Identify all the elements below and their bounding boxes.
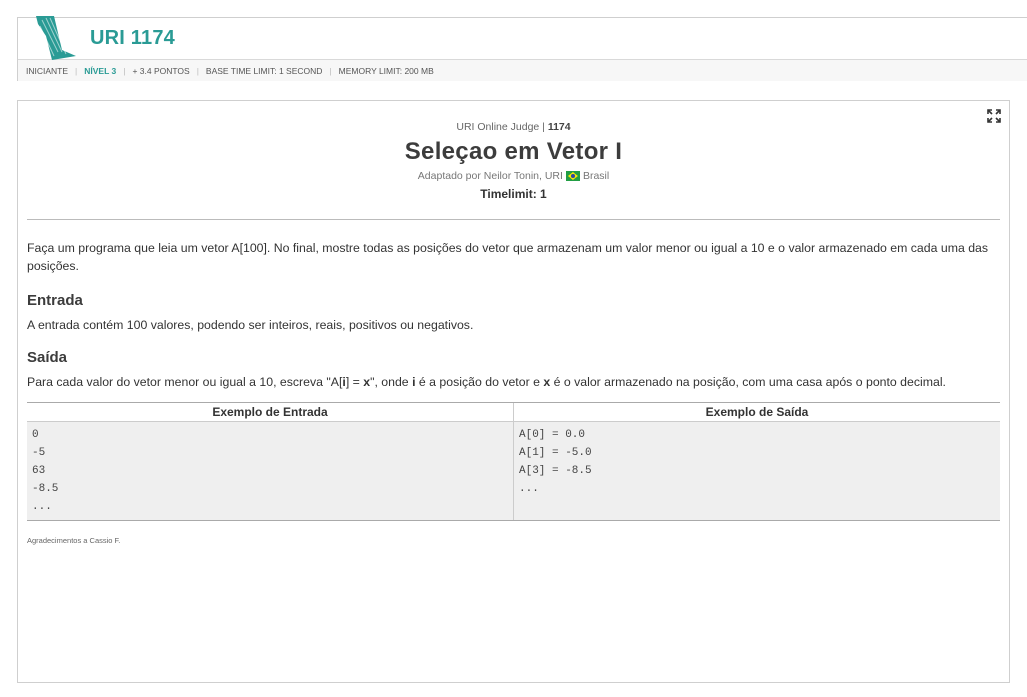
divider — [27, 219, 1000, 220]
output-description: Para cada valor do vetor menor ou igual … — [27, 375, 946, 389]
separator: | — [123, 65, 126, 76]
separator: | — [329, 65, 332, 76]
input-section-title: Entrada — [27, 292, 83, 309]
sample-input-line: 63 — [32, 465, 46, 477]
judge-line: URI Online Judge | 1174 — [456, 121, 571, 133]
sample-output-line: A[1] = -5.0 — [519, 447, 592, 459]
samples-table: Exemplo de Entrada 0 -5 63 -8.5 ... Exem… — [27, 402, 1000, 521]
separator: | — [75, 65, 78, 76]
sample-input-line: -8.5 — [32, 483, 59, 495]
category-label[interactable]: INICIANTE — [26, 66, 68, 76]
problem-content: Faça um programa que leia um vetor A[100… — [18, 239, 1009, 545]
sample-output-block[interactable]: A[0] = 0.0 A[1] = -5.0 A[3] = -8.5 ... — [514, 422, 1000, 520]
output-section-title: Saída — [27, 349, 68, 366]
problem-meta-bar: INICIANTE | NÍVEL 3 | + 3.4 PONTOS | BAS… — [18, 59, 1027, 81]
brazil-flag-icon — [565, 171, 580, 181]
author-country: Brasil — [582, 170, 610, 182]
input-description: A entrada contém 100 valores, podendo se… — [27, 318, 474, 332]
problem-title: Seleçao em Vetor I — [404, 138, 623, 165]
header-top: URI 1174 — [18, 16, 1027, 60]
time-limit-label: BASE TIME LIMIT: 1 SECOND — [205, 65, 323, 76]
problem-statement-card: URI Online Judge | 1174 Seleçao em Vetor… — [17, 100, 1010, 683]
memory-limit-label: MEMORY LIMIT: 200 MB — [338, 65, 434, 76]
problem-description: Faça um programa que leia um vetor A[100… — [27, 241, 989, 273]
judge-name: URI Online Judge — [456, 121, 540, 133]
sample-input-header: Exemplo de Entrada — [27, 403, 513, 422]
sample-input-block[interactable]: 0 -5 63 -8.5 ... — [27, 422, 513, 520]
sample-output-line: ... — [519, 483, 539, 495]
sample-input-line: ... — [32, 501, 52, 513]
sample-output-line: A[3] = -8.5 — [519, 465, 592, 477]
problem-heading: URI Online Judge | 1174 Seleçao em Vetor… — [18, 101, 1009, 201]
sample-output-column: Exemplo de Saída A[0] = 0.0 A[1] = -5.0 … — [513, 403, 1000, 520]
problem-code: URI 1174 — [90, 27, 175, 49]
author-name: Adaptado por Neilor Tonin, URI — [417, 170, 563, 182]
points-label: + 3.4 PONTOS — [132, 65, 190, 76]
author-line: Adaptado por Neilor Tonin, URI Brasil — [18, 170, 1009, 182]
sample-output-header: Exemplo de Saída — [514, 403, 1000, 422]
timelimit: Timelimit: 1 — [480, 187, 547, 201]
separator: | — [196, 65, 199, 76]
sample-input-column: Exemplo de Entrada 0 -5 63 -8.5 ... — [27, 403, 513, 520]
uri-logo-icon — [36, 16, 76, 60]
fullscreen-expand-icon[interactable] — [987, 109, 1001, 123]
acknowledgement: Agradecimentos a Cassio F. — [27, 536, 121, 545]
problem-number: 1174 — [547, 121, 571, 133]
problem-header: URI 1174 INICIANTE | NÍVEL 3 | + 3.4 PON… — [17, 16, 1027, 81]
sample-input-line: -5 — [32, 447, 46, 459]
level-label: NÍVEL 3 — [84, 65, 117, 76]
sample-output-line: A[0] = 0.0 — [519, 429, 586, 441]
sample-input-line: 0 — [32, 429, 39, 441]
